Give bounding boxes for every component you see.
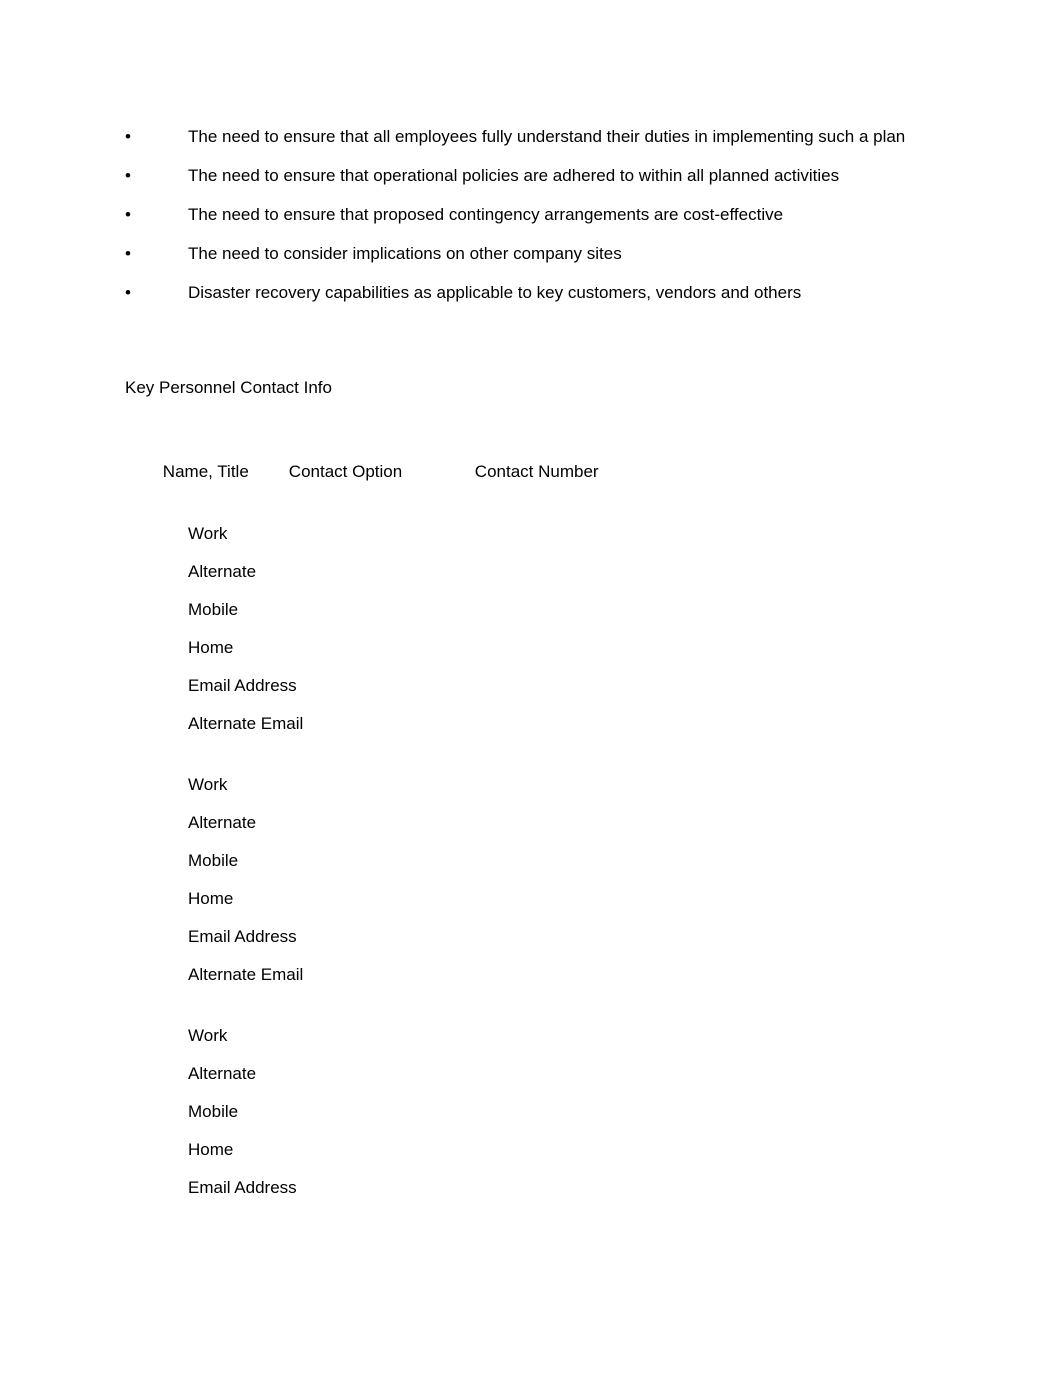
table-row: Mobile: [188, 600, 239, 619]
list-item-text: Disaster recovery capabilities as applic…: [188, 283, 802, 302]
bullet-icon: •: [125, 283, 131, 302]
contact-block: Work Alternate Mobile Home Email Address…: [125, 522, 937, 735]
contact-block: Work Alternate Mobile Home Email Address: [125, 1024, 937, 1199]
table-header-row: Name, Title Contact Option Contact Number: [125, 437, 937, 506]
table-row: Home: [188, 1140, 234, 1159]
list-item: • The need to ensure that proposed contin…: [125, 203, 937, 226]
contact-block: Work Alternate Mobile Home Email Address…: [125, 773, 937, 986]
table-row: Home: [188, 889, 234, 908]
bullet-icon: •: [125, 244, 131, 263]
list-item: • The need to ensure that all employees f…: [125, 125, 937, 148]
table-row: Alternate Email: [188, 965, 304, 984]
section-heading-key-personnel: Key Personnel Contact Info: [125, 378, 332, 397]
bullet-icon: •: [125, 127, 131, 146]
table-row: Alternate: [188, 1064, 257, 1083]
table-row: Alternate: [188, 562, 257, 581]
table-row: Email Address: [188, 1178, 297, 1197]
table-row: Work: [188, 524, 228, 543]
document-page: • The need to ensure that all employees f…: [0, 0, 1062, 1376]
table-row: Email Address: [188, 927, 297, 946]
heading-spacer: [125, 399, 937, 437]
table-row: Work: [188, 1026, 228, 1045]
table-row: Mobile: [188, 1102, 239, 1121]
table-row: Home: [188, 638, 234, 657]
column-header-contact-option: Contact Option: [288, 462, 403, 481]
column-header-name-title: Name, Title: [162, 462, 249, 481]
table-row: Work: [188, 775, 228, 794]
requirements-bullet-list: • The need to ensure that all employees f…: [125, 125, 937, 304]
list-item-text: The need to ensure that operational poli…: [188, 166, 840, 185]
key-personnel-contact-table: Name, Title Contact Option Contact Number …: [125, 437, 937, 1199]
table-row: Alternate Email: [188, 714, 304, 733]
table-row: Email Address: [188, 676, 297, 695]
table-row: Alternate: [188, 813, 257, 832]
column-header-contact-number: Contact Number: [474, 462, 599, 481]
document-body: • The need to ensure that all employees f…: [125, 125, 937, 1199]
list-item: • The need to ensure that operational pol…: [125, 164, 937, 187]
bullet-icon: •: [125, 205, 131, 224]
list-item-text: The need to consider implications on oth…: [188, 244, 622, 263]
list-item-text: The need to ensure that proposed conting…: [188, 205, 784, 224]
list-item: • The need to consider implications on ot…: [125, 242, 937, 265]
table-row: Mobile: [188, 851, 239, 870]
list-item: • Disaster recovery capabilities as appli…: [125, 281, 937, 304]
bullet-icon: •: [125, 166, 131, 185]
list-item-text: The need to ensure that all employees fu…: [188, 127, 906, 146]
